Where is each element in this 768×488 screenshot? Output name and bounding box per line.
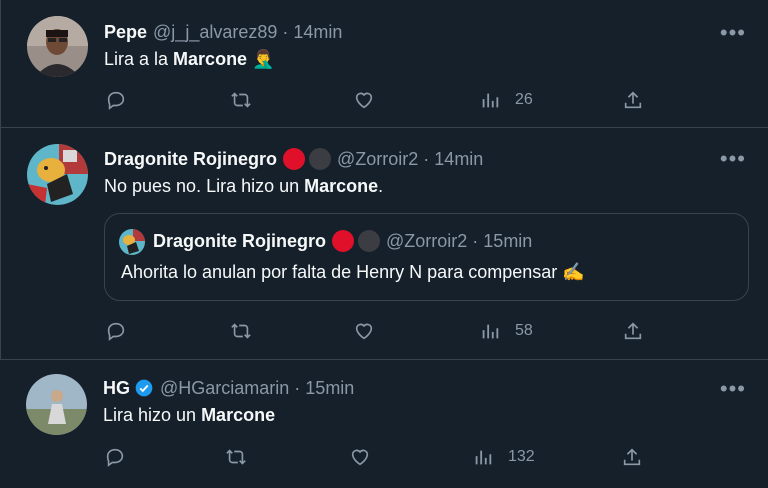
avatar[interactable] [27, 144, 88, 205]
black-circle-emoji [309, 148, 332, 170]
black-circle-emoji [358, 230, 381, 252]
views-icon [482, 93, 499, 108]
more-icon[interactable]: ••• [720, 22, 746, 44]
user-handle[interactable]: @j_j_alvarez89 [153, 22, 277, 43]
user-name[interactable]: Dragonite Rojinegro [104, 149, 277, 170]
reply-icon[interactable] [105, 88, 127, 112]
views-count: 26 [515, 91, 533, 108]
timestamp[interactable]: · 14min [282, 22, 342, 43]
quote-text-content: Ahorita lo anulan por falta de Henry N p… [121, 262, 563, 282]
share-icon[interactable] [622, 88, 644, 112]
avatar[interactable] [27, 16, 88, 77]
user-handle[interactable]: @HGarciamarin [160, 378, 289, 399]
like-icon[interactable] [353, 88, 375, 112]
tweet-text-pre: Lira a la [104, 49, 174, 69]
timestamp[interactable]: · 14min [423, 149, 483, 170]
tweet-dragonite[interactable]: Dragonite Rojinegro @Zorroir2 · 14min ••… [0, 128, 768, 360]
tweet-actions: 26 [1, 88, 768, 112]
avatar[interactable] [26, 374, 87, 435]
user-name[interactable]: HG [103, 378, 130, 399]
retweet-icon[interactable] [230, 319, 252, 343]
tweet-header: Dragonite Rojinegro @Zorroir2 · 14min [104, 147, 483, 171]
views-button[interactable]: 58 [479, 319, 533, 343]
red-circle-emoji [332, 230, 355, 252]
quote-timestamp: · 15min [472, 230, 533, 251]
tweet-header: Pepe @j_j_alvarez89 · 14min [104, 20, 342, 44]
writing-hand-emoji: ✍️ [562, 262, 585, 282]
quoted-tweet[interactable]: Dragonite Rojinegro @Zorroir2 · 15min Ah… [104, 213, 749, 301]
like-icon[interactable] [349, 445, 371, 469]
tweet-text: Lira hizo un Marcone [103, 405, 275, 426]
more-icon[interactable]: ••• [720, 378, 746, 400]
user-handle[interactable]: @Zorroir2 [337, 149, 418, 170]
tweet-text-pre: Lira hizo un [103, 405, 202, 425]
user-name[interactable]: Pepe [104, 22, 147, 43]
verified-badge-icon [135, 379, 153, 397]
quote-user-name: Dragonite Rojinegro [153, 230, 327, 251]
like-icon[interactable] [353, 319, 375, 343]
views-icon [475, 450, 492, 465]
tweet-text-bold: Marcone [201, 405, 276, 425]
views-button[interactable]: 132 [472, 445, 535, 469]
share-icon[interactable] [622, 319, 644, 343]
views-icon [482, 324, 499, 339]
views-count: 58 [515, 322, 533, 339]
tweet-pepe[interactable]: Pepe @j_j_alvarez89 · 14min ••• Lira a l… [0, 0, 768, 128]
tweet-actions: 58 [1, 319, 768, 343]
timestamp[interactable]: · 15min [294, 378, 354, 399]
retweet-icon[interactable] [230, 88, 252, 112]
tweet-text-post: . [378, 176, 384, 196]
tweet-header: HG @HGarciamarin · 15min [103, 376, 354, 400]
retweet-icon[interactable] [225, 445, 247, 469]
quote-header: Dragonite Rojinegro @Zorroir2 · 15min [153, 230, 532, 252]
tweet-text-bold: Marcone [173, 49, 248, 69]
facepalm-emoji: 🤦‍♂️ [252, 49, 275, 69]
quote-user-handle: @Zorroir2 [386, 230, 468, 251]
views-button[interactable]: 26 [479, 88, 533, 112]
share-icon[interactable] [621, 445, 643, 469]
tweet-text-bold: Marcone [304, 176, 379, 196]
red-circle-emoji [283, 148, 306, 170]
reply-icon[interactable] [104, 445, 126, 469]
reply-icon[interactable] [105, 319, 127, 343]
tweet-actions: 132 [0, 445, 768, 469]
more-icon[interactable]: ••• [720, 148, 746, 170]
quote-text: Ahorita lo anulan por falta de Henry N p… [121, 262, 585, 283]
quote-avatar [119, 229, 145, 255]
tweet-text: No pues no. Lira hizo un Marcone. [104, 176, 383, 197]
tweet-hg[interactable]: HG @HGarciamarin · 15min ••• Lira hizo u… [0, 360, 768, 488]
tweet-text-pre: No pues no. Lira hizo un [104, 176, 305, 196]
views-count: 132 [508, 448, 535, 465]
tweet-text: Lira a la Marcone 🤦‍♂️ [104, 49, 275, 70]
